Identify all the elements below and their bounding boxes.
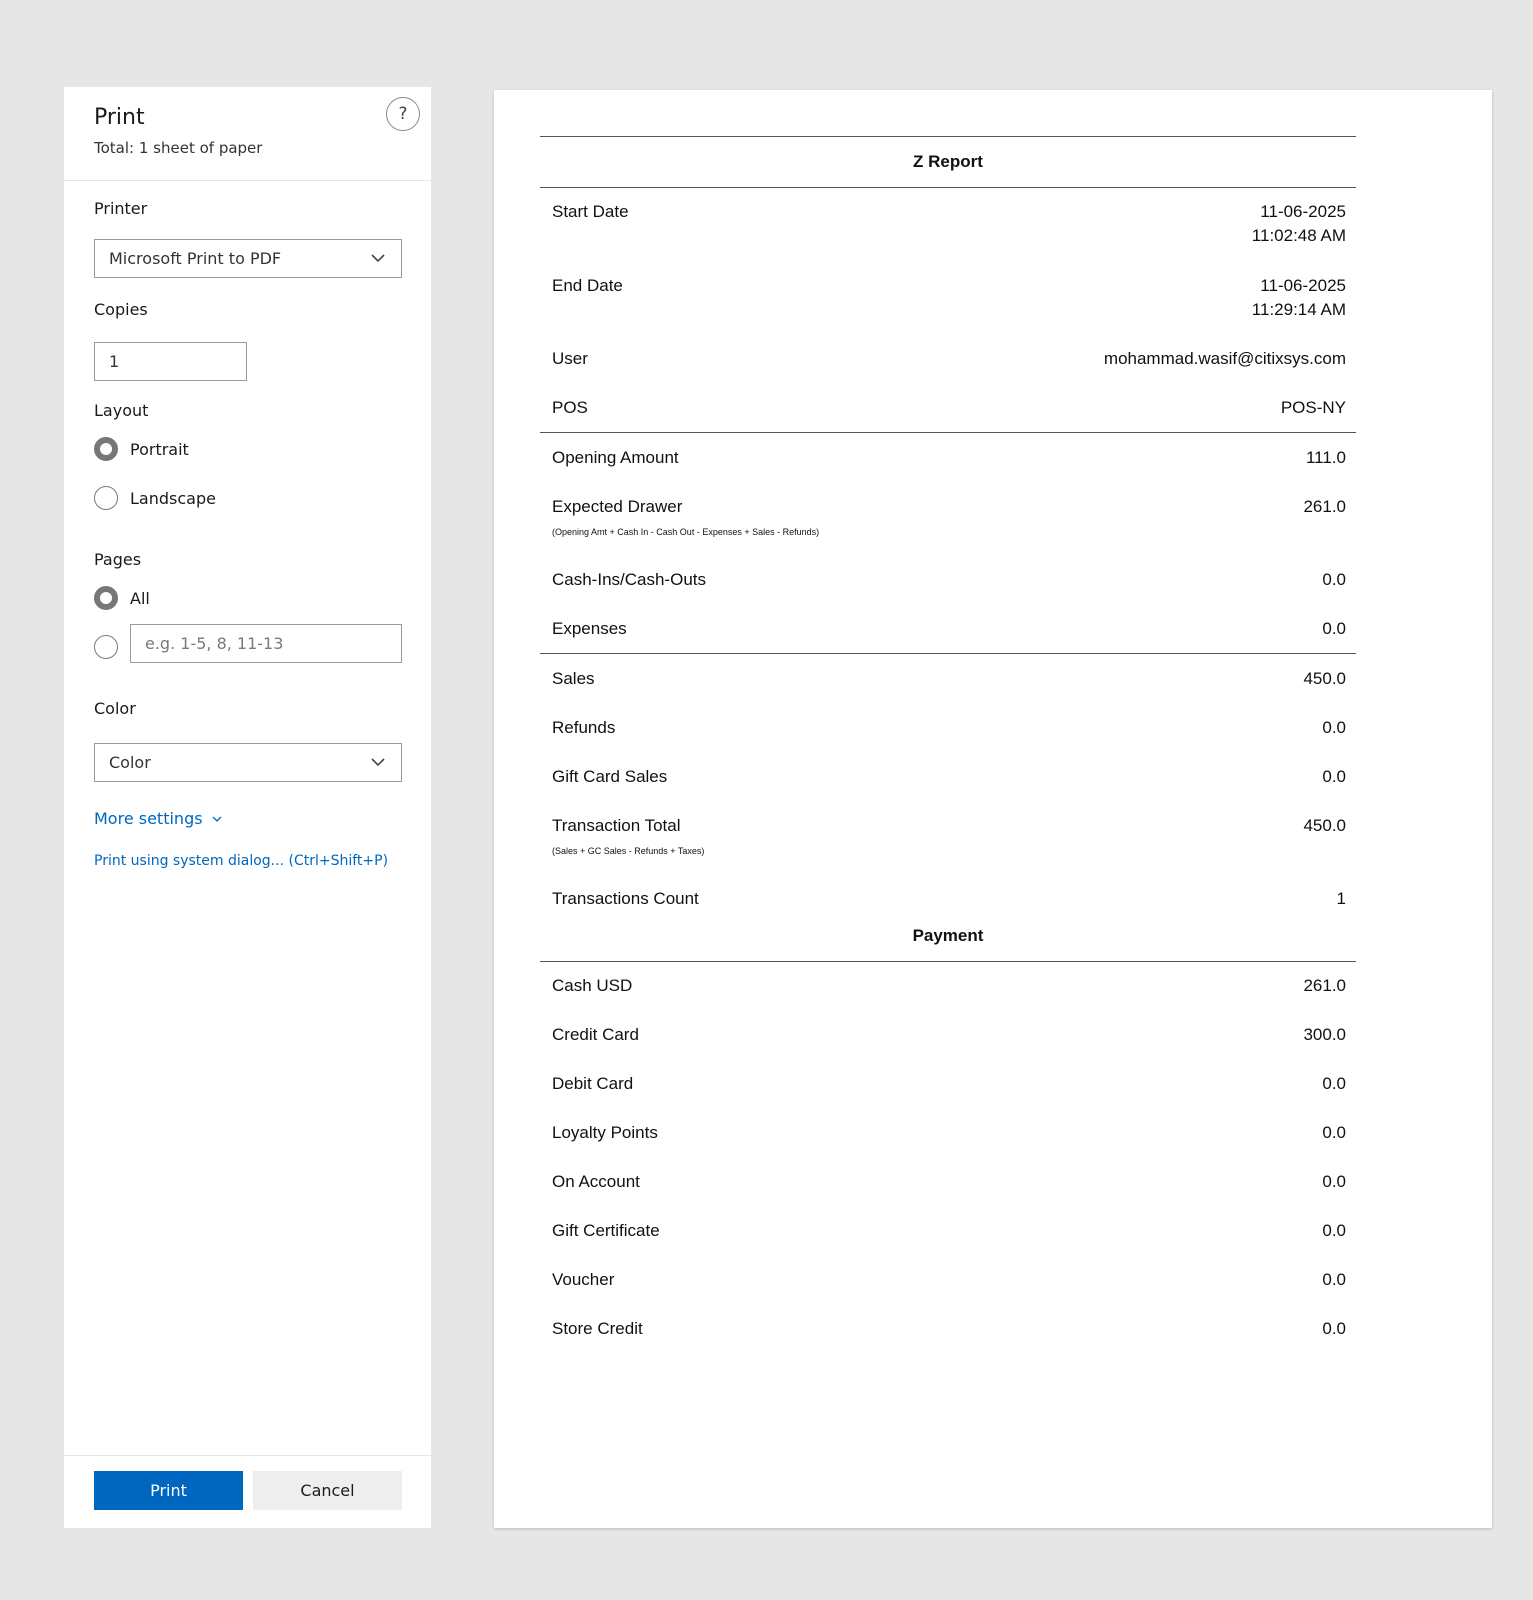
- system-dialog-link[interactable]: Print using system dialog... (Ctrl+Shift…: [94, 853, 388, 869]
- panel-header: Print Total: 1 sheet of paper ?: [64, 87, 431, 181]
- transactions-count-value: 1: [1336, 889, 1346, 908]
- gift-card-sales-value: 0.0: [1322, 767, 1346, 786]
- copies-input[interactable]: 1: [94, 342, 247, 381]
- divider: [540, 432, 1356, 433]
- layout-landscape-label: Landscape: [130, 488, 216, 508]
- panel-footer: Print Cancel: [64, 1455, 431, 1528]
- credit-card-label: Credit Card: [552, 1025, 639, 1044]
- transaction-total-note: (Sales + GC Sales - Refunds + Taxes): [552, 846, 705, 856]
- transaction-total-value: 450.0: [1303, 816, 1346, 835]
- end-date-day: 11-06-2025: [1260, 276, 1346, 295]
- chevron-down-icon: [371, 758, 385, 767]
- expected-drawer-value: 261.0: [1303, 497, 1346, 516]
- printer-select[interactable]: Microsoft Print to PDF: [94, 239, 402, 278]
- gift-certificate-label: Gift Certificate: [552, 1221, 660, 1240]
- transactions-count-label: Transactions Count: [552, 889, 699, 908]
- gift-card-sales-label: Gift Card Sales: [552, 767, 668, 786]
- layout-landscape-option[interactable]: Landscape: [94, 485, 216, 511]
- user-value: mohammad.wasif@citixsys.com: [1103, 349, 1346, 368]
- on-account-label: On Account: [552, 1172, 640, 1191]
- refunds-value: 0.0: [1322, 718, 1346, 737]
- debit-card-value: 0.0: [1322, 1074, 1346, 1093]
- printer-value: Microsoft Print to PDF: [109, 249, 282, 268]
- help-icon: ?: [398, 104, 408, 124]
- dialog-title: Print: [94, 105, 145, 130]
- on-account-value: 0.0: [1322, 1172, 1346, 1191]
- pages-range-input[interactable]: e.g. 1-5, 8, 11-13: [130, 624, 402, 663]
- cash-ins-value: 0.0: [1322, 570, 1346, 589]
- divider: [540, 136, 1356, 137]
- loyalty-points-value: 0.0: [1322, 1123, 1346, 1142]
- pages-all-option[interactable]: All: [94, 585, 150, 611]
- gift-certificate-value: 0.0: [1322, 1221, 1346, 1240]
- pages-all-label: All: [130, 588, 150, 608]
- print-preview-page: Z Report Start Date 11-06-2025 11:02:48 …: [494, 90, 1492, 1528]
- payment-title: Payment: [912, 926, 984, 945]
- transaction-total-label: Transaction Total: [552, 816, 681, 835]
- cash-usd-label: Cash USD: [552, 976, 633, 995]
- opening-amount-value: 111.0: [1305, 448, 1346, 467]
- layout-label: Layout: [94, 401, 149, 420]
- more-settings-link[interactable]: More settings: [94, 809, 223, 828]
- printer-label: Printer: [94, 199, 148, 218]
- expenses-label: Expenses: [552, 619, 627, 638]
- copies-label: Copies: [94, 300, 148, 319]
- more-settings-label: More settings: [94, 809, 203, 828]
- refunds-label: Refunds: [552, 718, 616, 737]
- sales-value: 450.0: [1303, 669, 1346, 688]
- debit-card-label: Debit Card: [552, 1074, 634, 1093]
- chevron-down-icon: [212, 816, 222, 822]
- report-title: Z Report: [913, 152, 983, 171]
- store-credit-label: Store Credit: [552, 1319, 643, 1338]
- print-button[interactable]: Print: [94, 1471, 243, 1510]
- radio-unchecked-icon[interactable]: [94, 635, 118, 659]
- divider: [540, 653, 1356, 654]
- voucher-label: Voucher: [552, 1270, 615, 1289]
- start-date-label: Start Date: [552, 202, 629, 221]
- pages-label: Pages: [94, 550, 142, 569]
- end-date-time: 11:29:14 AM: [1251, 300, 1346, 319]
- cancel-button[interactable]: Cancel: [253, 1471, 402, 1510]
- store-credit-value: 0.0: [1322, 1319, 1346, 1338]
- radio-unchecked-icon[interactable]: [94, 486, 118, 510]
- start-date-day: 11-06-2025: [1260, 202, 1346, 221]
- pos-label: POS: [552, 398, 588, 417]
- color-value: Color: [109, 753, 151, 772]
- cash-ins-label: Cash-Ins/Cash-Outs: [552, 570, 706, 589]
- color-select[interactable]: Color: [94, 743, 402, 782]
- divider: [540, 187, 1356, 188]
- expenses-value: 0.0: [1322, 619, 1346, 638]
- credit-card-value: 300.0: [1303, 1025, 1346, 1044]
- expected-drawer-label: Expected Drawer: [552, 497, 683, 516]
- start-date-value: 11-06-2025 11:02:48 AM: [1252, 200, 1346, 248]
- layout-portrait-label: Portrait: [130, 439, 189, 459]
- pages-custom-option[interactable]: [94, 634, 118, 660]
- end-date-label: End Date: [552, 276, 623, 295]
- color-label: Color: [94, 699, 136, 718]
- chevron-down-icon: [371, 254, 385, 263]
- expected-drawer-note: (Opening Amt + Cash In - Cash Out - Expe…: [552, 527, 820, 537]
- opening-amount-label: Opening Amount: [552, 448, 679, 467]
- help-button[interactable]: ?: [386, 97, 420, 131]
- end-date-value: 11-06-2025 11:29:14 AM: [1252, 274, 1346, 322]
- start-date-time: 11:02:48 AM: [1251, 226, 1346, 245]
- print-settings-panel: Print Total: 1 sheet of paper ? Printer …: [64, 87, 431, 1528]
- user-label: User: [552, 349, 588, 368]
- radio-checked-icon[interactable]: [94, 437, 118, 461]
- divider: [540, 961, 1356, 962]
- sales-label: Sales: [552, 669, 595, 688]
- radio-checked-icon[interactable]: [94, 586, 118, 610]
- cash-usd-value: 261.0: [1303, 976, 1346, 995]
- sheet-count: Total: 1 sheet of paper: [94, 139, 263, 157]
- loyalty-points-label: Loyalty Points: [552, 1123, 658, 1142]
- pos-value: POS-NY: [1280, 398, 1346, 417]
- layout-portrait-option[interactable]: Portrait: [94, 436, 189, 462]
- voucher-value: 0.0: [1322, 1270, 1346, 1289]
